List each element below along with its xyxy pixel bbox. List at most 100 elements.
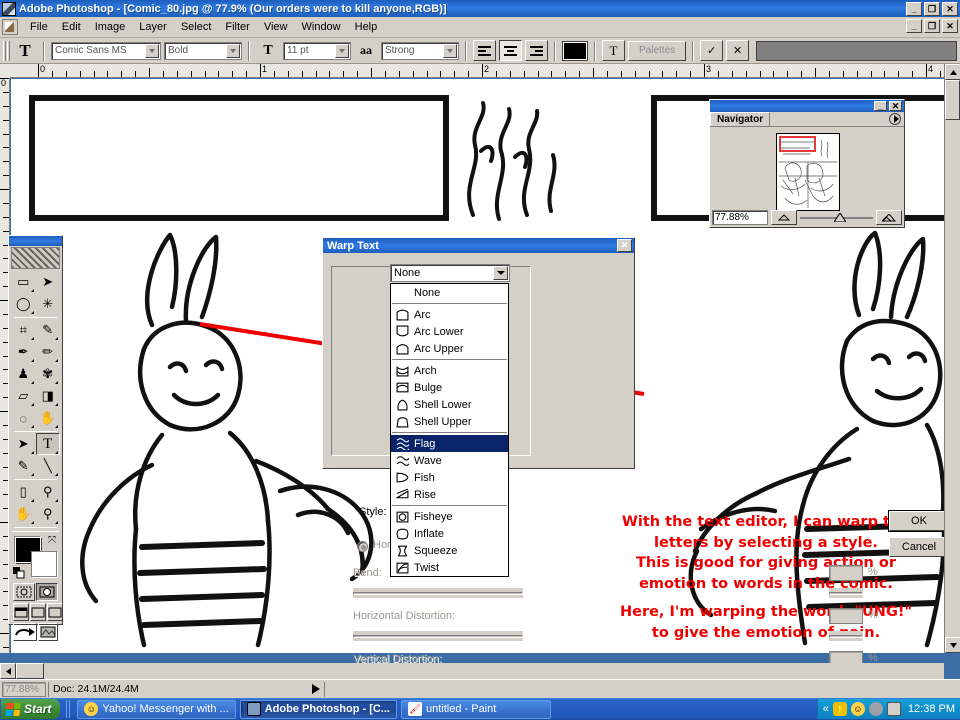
warp-style-option-arc-upper[interactable]: Arc Upper	[391, 340, 508, 357]
menu-image[interactable]: Image	[88, 19, 133, 35]
warp-dialog-title-bar[interactable]: Warp Text ✕	[323, 238, 634, 253]
scroll-up-button[interactable]	[945, 64, 960, 80]
marquee-tool[interactable]: ▭	[11, 271, 36, 293]
warp-style-option-bulge[interactable]: Bulge	[391, 379, 508, 396]
horizontal-distortion-field[interactable]	[829, 608, 863, 624]
warp-style-option-squeeze[interactable]: Squeeze	[391, 542, 508, 559]
cancel-edits-button[interactable]: ✕	[726, 40, 750, 61]
warp-style-option-flag[interactable]: Flag	[391, 435, 508, 452]
align-center-button[interactable]	[499, 40, 522, 61]
horizontal-distortion-slider-right[interactable]	[829, 631, 863, 641]
tray-expand-icon[interactable]: «	[823, 703, 829, 715]
bend-field[interactable]	[829, 565, 863, 581]
ok-button[interactable]: OK	[889, 511, 949, 531]
swap-colors-icon[interactable]: ⤧	[48, 535, 56, 546]
eyedropper-tool[interactable]: ⚲	[35, 481, 60, 503]
type-tool-icon[interactable]: T	[13, 40, 37, 62]
navigator-view-box[interactable]	[779, 136, 816, 152]
jump-to-imageready-button[interactable]	[13, 623, 37, 641]
messenger-icon[interactable]: ☺	[850, 702, 865, 716]
menu-view[interactable]: View	[257, 19, 295, 35]
restore-button[interactable]: ❐	[924, 1, 940, 16]
menu-select[interactable]: Select	[174, 19, 219, 35]
eraser-tool[interactable]: ▱	[11, 385, 36, 407]
menu-file[interactable]: File	[23, 19, 55, 35]
chevron-down-icon[interactable]	[493, 266, 508, 280]
warp-style-option-rise[interactable]: Rise	[391, 486, 508, 503]
warp-style-select[interactable]: None	[390, 264, 510, 282]
notes-tool[interactable]: ▯	[11, 481, 36, 503]
vertical-scroll-thumb[interactable]	[945, 80, 960, 120]
navigator-zoom-slider[interactable]	[800, 210, 873, 225]
chevron-down-icon[interactable]	[226, 43, 240, 58]
slice-tool[interactable]: ✎	[35, 319, 60, 341]
tab-navigator[interactable]: Navigator	[710, 112, 771, 126]
warp-style-option-fisheye[interactable]: Fisheye	[391, 508, 508, 525]
font-size-select[interactable]: 11 pt	[283, 41, 351, 60]
warp-style-option-fish[interactable]: Fish	[391, 469, 508, 486]
navigator-minimize-button[interactable]: _	[874, 101, 887, 111]
ruler-corner[interactable]	[0, 64, 10, 78]
bend-slider[interactable]	[353, 588, 523, 598]
options-bar-grip[interactable]	[3, 40, 10, 61]
status-more-icon[interactable]	[310, 682, 322, 697]
doc-restore-button[interactable]: ❐	[924, 19, 940, 33]
close-button[interactable]: ✕	[942, 1, 958, 16]
navigator-zoom-in-button[interactable]	[876, 210, 902, 225]
stamp-tool[interactable]: ♟	[11, 363, 36, 385]
hand-tool[interactable]: ✋	[11, 503, 36, 525]
navigator-zoom-field[interactable]: 77.88%	[712, 210, 768, 225]
warp-style-option-shell-lower[interactable]: Shell Lower	[391, 396, 508, 413]
palettes-button[interactable]: Palettes	[628, 40, 687, 61]
bend-slider-right[interactable]	[829, 588, 863, 598]
cancel-button[interactable]: Cancel	[889, 537, 949, 557]
scroll-left-button[interactable]	[0, 663, 16, 679]
zoom-tool[interactable]: ⚲	[35, 503, 60, 525]
navigator-menu-icon[interactable]	[889, 113, 901, 125]
warp-style-option-shell-upper[interactable]: Shell Upper	[391, 413, 508, 430]
warp-style-option-arc[interactable]: Arc	[391, 306, 508, 323]
standard-mode-button[interactable]	[13, 583, 35, 601]
navigator-thumbnail[interactable]	[776, 133, 840, 211]
warp-dialog-close-button[interactable]: ✕	[617, 239, 632, 252]
align-right-button[interactable]	[525, 40, 548, 61]
background-color-swatch[interactable]	[31, 551, 57, 577]
dodge-tool[interactable]: ✋	[35, 407, 60, 429]
canvas-vertical-scrollbar[interactable]	[944, 64, 960, 653]
toolbox-title-bar[interactable]	[9, 236, 62, 246]
disc-icon[interactable]	[868, 702, 883, 716]
navigator-close-button[interactable]: ✕	[889, 101, 902, 111]
menu-layer[interactable]: Layer	[132, 19, 174, 35]
warp-style-option-wave[interactable]: Wave	[391, 452, 508, 469]
horizontal-distortion-slider[interactable]	[353, 631, 523, 641]
chevron-down-icon[interactable]	[335, 43, 349, 58]
scroll-down-button[interactable]	[945, 637, 960, 653]
magic-wand-tool[interactable]: ✳	[35, 293, 60, 315]
slider-thumb[interactable]	[833, 213, 846, 222]
menu-edit[interactable]: Edit	[55, 19, 88, 35]
history-brush-tool[interactable]: ✾	[35, 363, 60, 385]
type-tool[interactable]: T	[35, 433, 60, 455]
taskbar-item-photoshop[interactable]: Adobe Photoshop - [C...	[239, 699, 397, 719]
font-style-select[interactable]: Bold	[164, 41, 242, 60]
doc-minimize-button[interactable]: _	[906, 19, 922, 33]
warp-style-option-twist[interactable]: Twist	[391, 559, 508, 576]
imageready-preview[interactable]	[38, 623, 58, 641]
taskbar-item-paint[interactable]: 🖌 untitled - Paint	[400, 699, 551, 719]
screen-mode-standard-button[interactable]	[13, 603, 29, 621]
navigator-title-bar[interactable]: _ ✕	[710, 100, 904, 112]
line-tool[interactable]: ╲	[35, 455, 60, 477]
horizontal-radio[interactable]	[357, 541, 368, 552]
pen-tool[interactable]: ✎	[11, 455, 36, 477]
start-button[interactable]: Start	[1, 699, 61, 719]
navigator-zoom-out-button[interactable]	[771, 210, 797, 225]
path-selection-tool[interactable]: ➤	[11, 433, 36, 455]
status-zoom-field[interactable]: 77.88%	[2, 681, 46, 697]
gradient-tool[interactable]: ◨	[35, 385, 60, 407]
screen-mode-full-button[interactable]	[30, 603, 46, 621]
default-colors-icon[interactable]	[13, 567, 25, 579]
horizontal-scroll-thumb[interactable]	[16, 663, 44, 679]
canvas-horizontal-scrollbar[interactable]	[0, 663, 944, 679]
horizontal-ruler[interactable]: 0 1 2 3 4	[10, 64, 950, 78]
antialias-select[interactable]: Strong	[381, 41, 459, 60]
